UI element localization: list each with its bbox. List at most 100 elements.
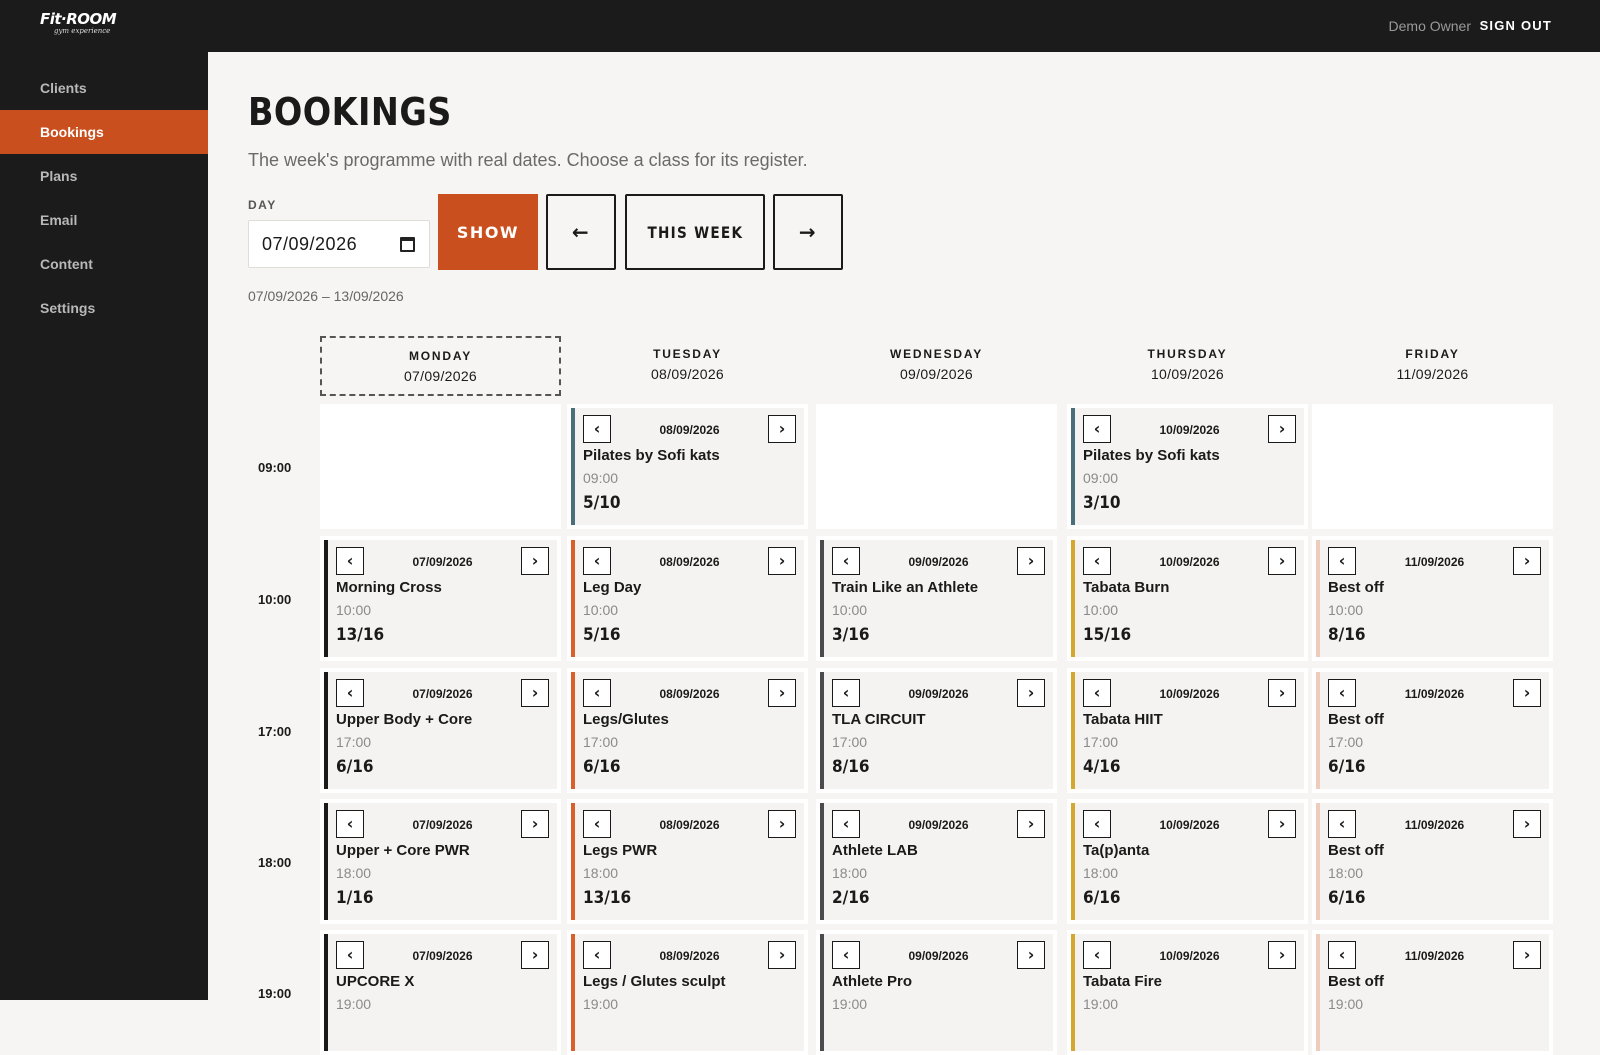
chevron-left-icon[interactable]: ‹	[336, 810, 364, 838]
chevron-right-icon[interactable]: ›	[1268, 679, 1296, 707]
chevron-right-icon[interactable]: ›	[1268, 547, 1296, 575]
chevron-right-icon[interactable]: ›	[1017, 810, 1045, 838]
class-name[interactable]: Best off	[1328, 579, 1384, 596]
next-week-button[interactable]: →	[773, 194, 843, 270]
schedule-cell[interactable]: ‹ › 09/09/2026 Athlete LAB 18:00 2/16	[816, 799, 1057, 924]
previous-week-button[interactable]: ←	[546, 194, 616, 270]
class-card[interactable]: ‹ › 10/09/2026 Tabata Burn 10:00 15/16	[1071, 540, 1304, 657]
class-name[interactable]: Tabata Fire	[1083, 973, 1162, 990]
chevron-left-icon[interactable]: ‹	[1083, 415, 1111, 443]
chevron-right-icon[interactable]: ›	[768, 941, 796, 969]
class-name[interactable]: Tabata Burn	[1083, 579, 1169, 596]
chevron-left-icon[interactable]: ‹	[1083, 810, 1111, 838]
class-card[interactable]: ‹ › 08/09/2026 Legs PWR 18:00 13/16	[571, 803, 804, 920]
schedule-cell[interactable]: ‹ › 09/09/2026 TLA CIRCUIT 17:00 8/16	[816, 668, 1057, 793]
schedule-cell[interactable]: ‹ › 07/09/2026 Upper + Core PWR 18:00 1/16	[320, 799, 561, 924]
chevron-left-icon[interactable]: ‹	[832, 941, 860, 969]
schedule-cell[interactable]: ‹ › 07/09/2026 Upper Body + Core 17:00 6/16	[320, 668, 561, 793]
schedule-cell[interactable]: ‹ › 07/09/2026 Morning Cross 10:00 13/16	[320, 536, 561, 661]
chevron-right-icon[interactable]: ›	[1513, 679, 1541, 707]
class-name[interactable]: Tabata HIIT	[1083, 711, 1163, 728]
schedule-cell[interactable]: ‹ › 11/09/2026 Best off 10:00 8/16	[1312, 536, 1553, 661]
chevron-left-icon[interactable]: ‹	[1328, 679, 1356, 707]
chevron-left-icon[interactable]: ‹	[1083, 941, 1111, 969]
chevron-right-icon[interactable]: ›	[1268, 941, 1296, 969]
chevron-left-icon[interactable]: ‹	[583, 810, 611, 838]
class-card[interactable]: ‹ › 08/09/2026 Legs/Glutes 17:00 6/16	[571, 672, 804, 789]
chevron-left-icon[interactable]: ‹	[583, 679, 611, 707]
class-card[interactable]: ‹ › 09/09/2026 Athlete LAB 18:00 2/16	[820, 803, 1053, 920]
class-card[interactable]: ‹ › 11/09/2026 Best off 19:00	[1316, 934, 1549, 1051]
class-card[interactable]: ‹ › 08/09/2026 Legs / Glutes sculpt 19:00	[571, 934, 804, 1051]
schedule-cell[interactable]: ‹ › 08/09/2026 Pilates by Sofi kats 09:00 5/1…	[567, 404, 808, 529]
chevron-right-icon[interactable]: ›	[1017, 941, 1045, 969]
class-card[interactable]: ‹ › 08/09/2026 Leg Day 10:00 5/16	[571, 540, 804, 657]
class-name[interactable]: Best off	[1328, 842, 1384, 859]
chevron-left-icon[interactable]: ‹	[1083, 679, 1111, 707]
class-name[interactable]: Pilates by Sofi kats	[1083, 447, 1220, 464]
class-name[interactable]: Legs/Glutes	[583, 711, 669, 728]
chevron-right-icon[interactable]: ›	[1268, 415, 1296, 443]
schedule-cell[interactable]: ‹ › 10/09/2026 Ta(p)anta 18:00 6/16	[1067, 799, 1308, 924]
class-name[interactable]: TLA CIRCUIT	[832, 711, 926, 728]
sign-out-button[interactable]: SIGN OUT	[1480, 18, 1552, 33]
chevron-left-icon[interactable]: ‹	[583, 415, 611, 443]
chevron-right-icon[interactable]: ›	[521, 547, 549, 575]
schedule-cell[interactable]: ‹ › 09/09/2026 Train Like an Athlete 10:00 3/…	[816, 536, 1057, 661]
class-name[interactable]: Legs PWR	[583, 842, 657, 859]
class-name[interactable]: Upper Body + Core	[336, 711, 472, 728]
chevron-left-icon[interactable]: ‹	[1328, 547, 1356, 575]
class-name[interactable]: Best off	[1328, 711, 1384, 728]
chevron-right-icon[interactable]: ›	[521, 810, 549, 838]
class-name[interactable]: Ta(p)anta	[1083, 842, 1149, 859]
chevron-right-icon[interactable]: ›	[1513, 547, 1541, 575]
chevron-left-icon[interactable]: ‹	[583, 941, 611, 969]
sidebar-item-plans[interactable]: Plans	[0, 154, 208, 198]
chevron-right-icon[interactable]: ›	[521, 679, 549, 707]
class-name[interactable]: Athlete Pro	[832, 973, 912, 990]
class-card[interactable]: ‹ › 09/09/2026 Athlete Pro 19:00	[820, 934, 1053, 1051]
schedule-cell[interactable]: ‹ › 08/09/2026 Leg Day 10:00 5/16	[567, 536, 808, 661]
class-card[interactable]: ‹ › 11/09/2026 Best off 10:00 8/16	[1316, 540, 1549, 657]
chevron-right-icon[interactable]: ›	[768, 415, 796, 443]
class-name[interactable]: Athlete LAB	[832, 842, 918, 859]
class-card[interactable]: ‹ › 09/09/2026 Train Like an Athlete 10:00 3/…	[820, 540, 1053, 657]
sidebar-item-bookings[interactable]: Bookings	[0, 110, 208, 154]
chevron-left-icon[interactable]: ‹	[336, 547, 364, 575]
class-card[interactable]: ‹ › 07/09/2026 Morning Cross 10:00 13/16	[324, 540, 557, 657]
class-name[interactable]: Morning Cross	[336, 579, 442, 596]
sidebar-item-email[interactable]: Email	[0, 198, 208, 242]
chevron-right-icon[interactable]: ›	[768, 810, 796, 838]
class-card[interactable]: ‹ › 07/09/2026 UPCORE X 19:00	[324, 934, 557, 1051]
schedule-cell[interactable]: ‹ › 11/09/2026 Best off 18:00 6/16	[1312, 799, 1553, 924]
schedule-cell[interactable]: ‹ › 08/09/2026 Legs / Glutes sculpt 19:00	[567, 930, 808, 1055]
chevron-right-icon[interactable]: ›	[521, 941, 549, 969]
class-card[interactable]: ‹ › 11/09/2026 Best off 18:00 6/16	[1316, 803, 1549, 920]
chevron-right-icon[interactable]: ›	[768, 679, 796, 707]
class-card[interactable]: ‹ › 09/09/2026 TLA CIRCUIT 17:00 8/16	[820, 672, 1053, 789]
chevron-left-icon[interactable]: ‹	[1083, 547, 1111, 575]
class-card[interactable]: ‹ › 10/09/2026 Ta(p)anta 18:00 6/16	[1071, 803, 1304, 920]
chevron-right-icon[interactable]: ›	[1513, 941, 1541, 969]
class-card[interactable]: ‹ › 10/09/2026 Pilates by Sofi kats 09:00 3/1…	[1071, 408, 1304, 525]
schedule-cell[interactable]: ‹ › 10/09/2026 Tabata Fire 19:00	[1067, 930, 1308, 1055]
chevron-left-icon[interactable]: ‹	[336, 679, 364, 707]
chevron-left-icon[interactable]: ‹	[832, 810, 860, 838]
this-week-button[interactable]: THIS WEEK	[625, 194, 765, 270]
calendar-icon[interactable]	[400, 237, 415, 252]
schedule-cell[interactable]: ‹ › 10/09/2026 Pilates by Sofi kats 09:00 3/1…	[1067, 404, 1308, 529]
chevron-right-icon[interactable]: ›	[1513, 810, 1541, 838]
class-name[interactable]: Pilates by Sofi kats	[583, 447, 720, 464]
class-card[interactable]: ‹ › 07/09/2026 Upper + Core PWR 18:00 1/16	[324, 803, 557, 920]
class-name[interactable]: Upper + Core PWR	[336, 842, 470, 859]
chevron-right-icon[interactable]: ›	[1017, 547, 1045, 575]
sidebar-item-content[interactable]: Content	[0, 242, 208, 286]
show-button[interactable]: SHOW	[438, 194, 538, 270]
class-name[interactable]: Leg Day	[583, 579, 641, 596]
class-name[interactable]: Train Like an Athlete	[832, 579, 978, 596]
class-card[interactable]: ‹ › 11/09/2026 Best off 17:00 6/16	[1316, 672, 1549, 789]
chevron-left-icon[interactable]: ‹	[832, 547, 860, 575]
chevron-right-icon[interactable]: ›	[1268, 810, 1296, 838]
schedule-cell[interactable]: ‹ › 11/09/2026 Best off 19:00	[1312, 930, 1553, 1055]
chevron-left-icon[interactable]: ‹	[832, 679, 860, 707]
